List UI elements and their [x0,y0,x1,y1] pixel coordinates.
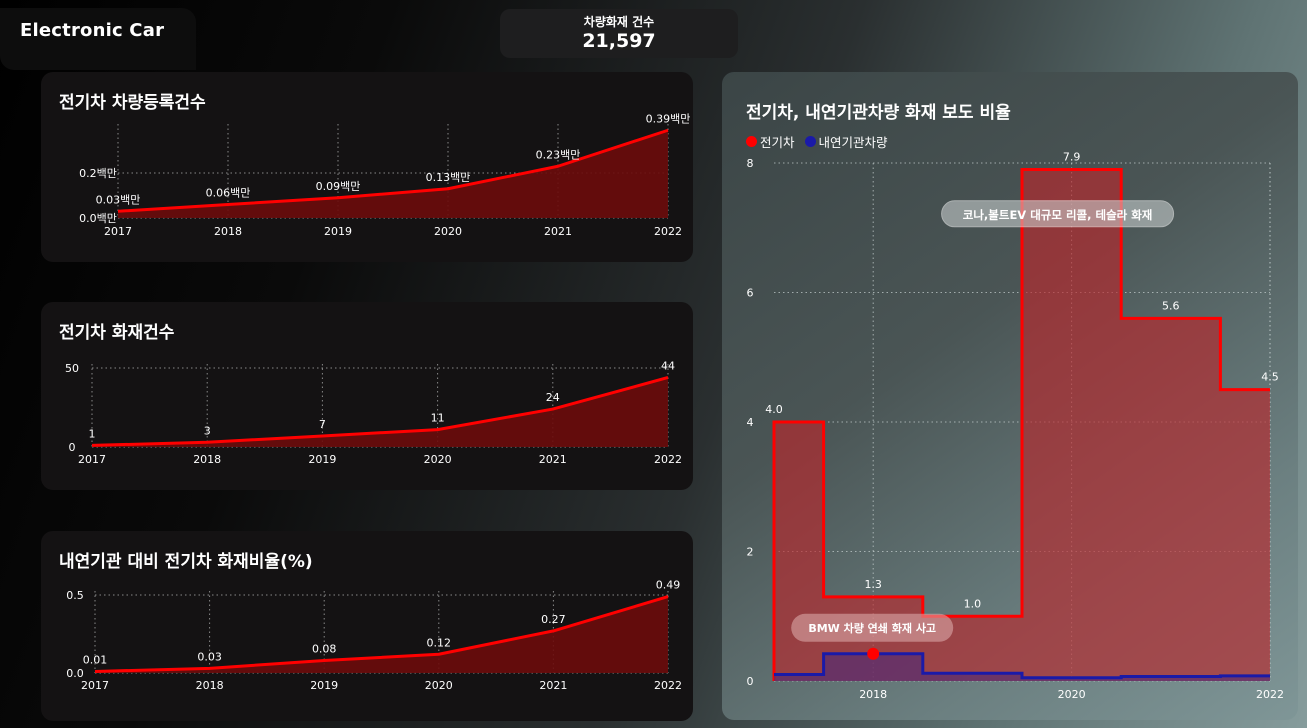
data-label: 0.23백만 [536,148,581,161]
data-label: 11 [431,412,445,425]
x-tick-label: 2022 [654,453,682,466]
y-tick-label: 50 [65,362,79,375]
y-tick-label: 0.2백만 [79,167,117,180]
y-tick-label: 0 [69,441,76,454]
x-tick-label: 2017 [104,225,132,238]
data-label: 3 [204,424,211,437]
x-tick-label: 2020 [1058,688,1086,701]
area-fill [92,377,668,447]
y-tick-label: 6 [747,287,754,300]
data-label: 1.0 [964,597,982,610]
data-label: 1 [89,427,96,440]
data-label: 4.0 [765,403,783,416]
brand-tab: Electronic Car [0,8,196,70]
y-tick-label: 4 [747,416,754,429]
x-tick-label: 2017 [78,453,106,466]
x-tick-label: 2018 [214,225,242,238]
data-label: 0.01 [83,653,108,666]
y-tick-label: 0 [747,675,754,688]
ev-registration-chart: 0.0백만 0.2백만 0.03백만 0.06백만 0.09백만 0.13백만 0.23백만… [79,112,691,238]
x-tick-label: 2018 [193,453,221,466]
y-tick-label: 2 [747,546,754,559]
kpi-fire-count: 차량화재 건수 21,597 [500,9,738,58]
annotation-marker [867,647,880,660]
kpi-value: 21,597 [582,30,656,52]
data-label: 0.12 [427,636,452,649]
brand-title: Electronic Car [20,20,165,41]
kpi-label: 차량화재 건수 [583,15,655,29]
data-label: 44 [661,359,675,372]
data-label: 0.13백만 [426,171,471,184]
news-ratio-card: 전기차, 내연기관차량 화재 보도 비율 전기차 내연기관차량 0 2 4 6 8 201… [722,72,1298,720]
x-tick-label: 2018 [859,688,887,701]
x-tick-label: 2022 [654,225,682,238]
x-tick-label: 2017 [81,679,109,692]
x-tick-label: 2019 [308,453,336,466]
data-label: 0.27 [541,613,566,626]
ev-fire-count-card: 전기차 화재건수 0 50 1 3 7 11 24 44 2017 2018 2019 2020 202… [41,302,693,490]
data-label: 0.03백만 [96,193,141,206]
data-label: 0.06백만 [206,187,251,200]
data-label: 7.9 [1063,150,1081,163]
ev-fire-count-chart: 0 50 1 3 7 11 24 44 2017 2018 2019 2020 2021 2022 [65,359,682,466]
x-tick-label: 2019 [324,225,352,238]
x-tick-label: 2021 [544,225,572,238]
ev-fire-ratio-card: 내연기관 대비 전기차 화재비율(%) 0.0 0.5 0.01 0.03 0.08 0.… [41,531,693,721]
annotation-label: 코나,볼트EV 대규모 리콜, 테슬라 화재 [963,208,1153,222]
data-label: 5.6 [1162,299,1180,312]
annotation-label: BMW 차량 연쇄 화재 사고 [808,621,936,635]
x-tick-label: 2020 [424,453,452,466]
data-label: 7 [319,418,326,431]
x-tick-label: 2020 [425,679,453,692]
y-tick-label: 0.5 [66,589,84,602]
x-tick-label: 2021 [539,453,567,466]
data-label: 0.39백만 [646,112,691,125]
news-ratio-chart: 0 2 4 6 8 2018 2020 2022 4.0 1.3 1.0 7.9 5.6 4.5 코나,볼트… [747,150,1285,701]
data-label: 4.5 [1261,371,1279,384]
y-tick-label: 8 [747,157,754,170]
data-label: 0.49 [656,579,681,592]
x-tick-label: 2019 [310,679,338,692]
y-tick-label: 0.0백만 [79,212,117,225]
data-label: 1.3 [864,578,882,591]
x-tick-label: 2018 [196,679,224,692]
ev-fire-ratio-chart: 0.00.50.01 0.030.08 0.120.270.492017 2018 20… [66,579,682,692]
x-tick-label: 2022 [654,679,682,692]
x-tick-label: 2022 [1256,688,1284,701]
area-fill [95,596,668,673]
x-tick-label: 2021 [539,679,567,692]
data-label: 0.03 [197,650,222,663]
data-label: 24 [546,391,560,404]
ev-registration-card: 전기차 차량등록건수 0.0백만 0.2백만 0.03백만 0.06백만 0.09백만 0… [41,72,693,262]
data-label: 0.08 [312,643,337,656]
x-tick-label: 2020 [434,225,462,238]
data-label: 0.09백만 [316,180,361,193]
